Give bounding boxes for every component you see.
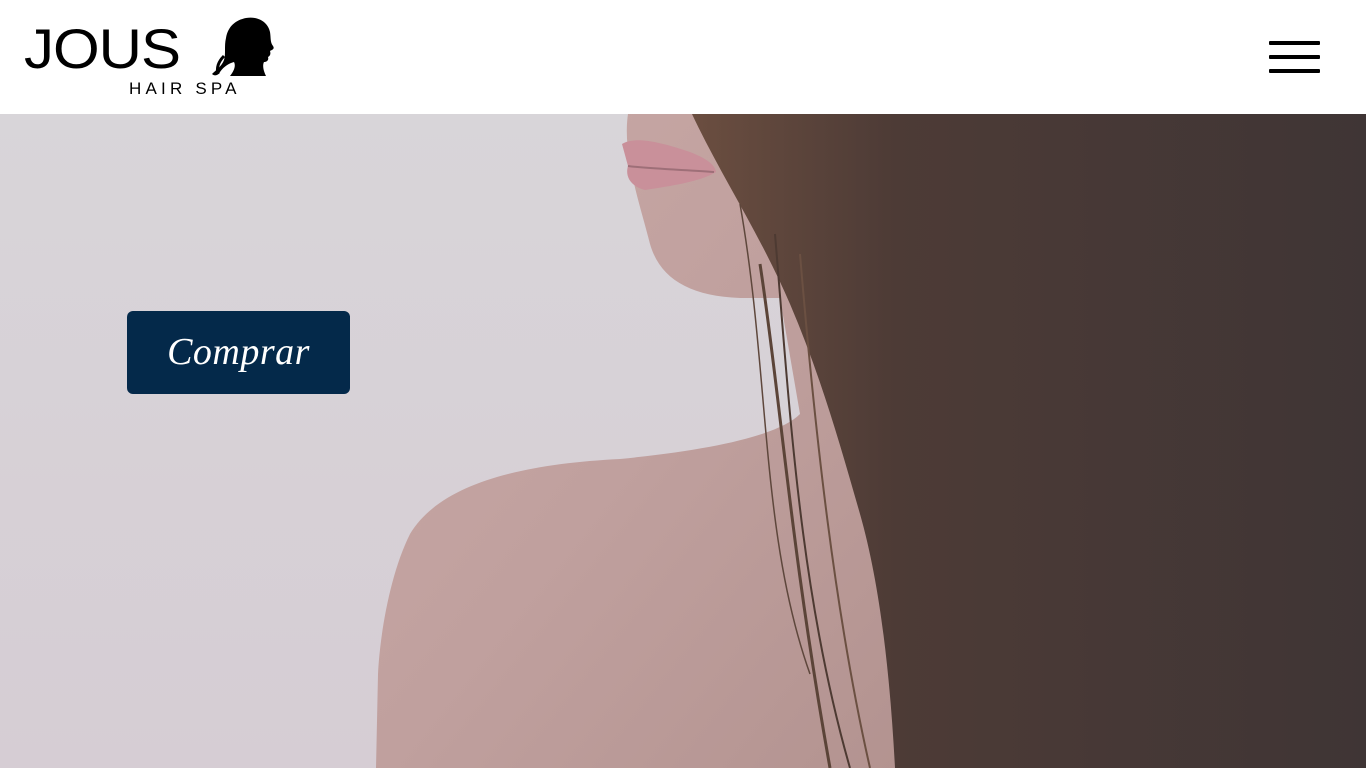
- logo-wordmark: JOUS: [24, 18, 181, 80]
- woman-profile-silhouette-icon: [212, 17, 274, 76]
- brand-logo[interactable]: JOUS HAIR SPA: [24, 16, 286, 100]
- menu-bar: [1269, 41, 1320, 45]
- site-header: JOUS HAIR SPA: [0, 0, 1366, 114]
- hamburger-menu-icon[interactable]: [1266, 38, 1322, 76]
- hero-banner: Comprar: [0, 114, 1366, 768]
- buy-button[interactable]: Comprar: [127, 311, 350, 394]
- logo-subtitle: HAIR SPA: [129, 79, 241, 98]
- menu-bar: [1269, 69, 1320, 73]
- hero-photo: [0, 114, 1366, 768]
- menu-bar: [1269, 55, 1320, 59]
